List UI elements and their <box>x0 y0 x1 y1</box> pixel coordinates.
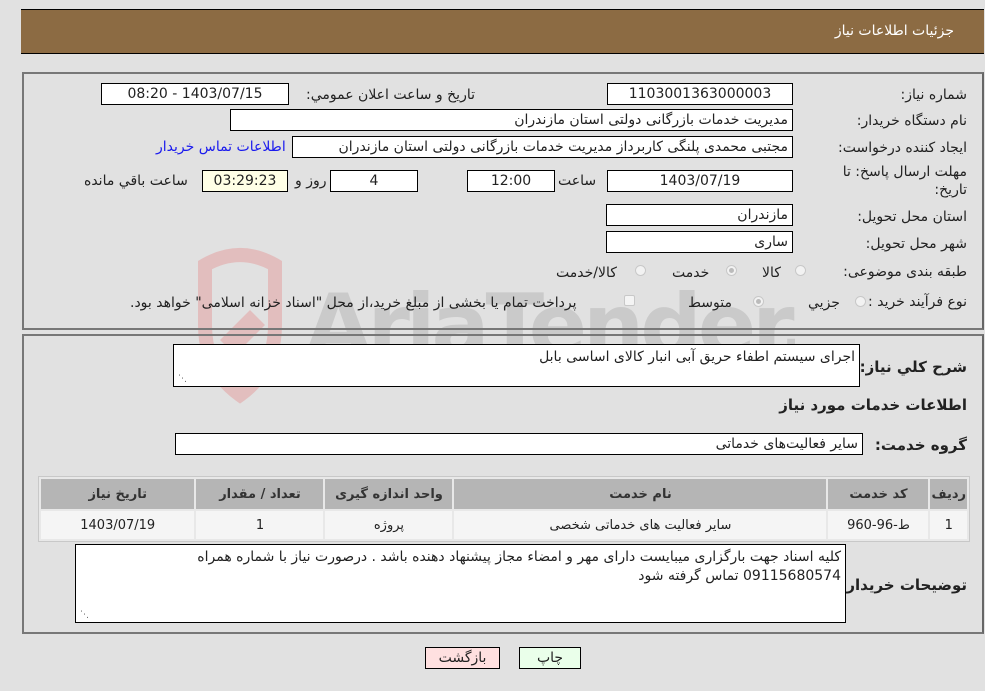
purchase-type-label: نوع فرآیند خرید : <box>868 294 967 310</box>
city-label: شهر محل تحویل: <box>865 236 967 252</box>
cell-row-number: 1 <box>930 511 967 539</box>
purchase-radio-minor[interactable] <box>855 296 866 307</box>
print-button[interactable]: چاپ <box>519 647 581 669</box>
deadline-date-field: 1403/07/19 <box>607 170 793 192</box>
announce-datetime-field: 1403/07/15 - 08:20 <box>101 83 289 105</box>
cell-service-code: ط-96-960 <box>828 511 929 539</box>
table-row: 1 ط-96-960 سایر فعالیت های خدماتی شخصی پ… <box>41 511 967 539</box>
buyer-notes-textarea[interactable]: کلیه اسناد جهت بارگزاری میبایست دارای مه… <box>75 544 846 623</box>
cell-unit: پروژه <box>325 511 453 539</box>
buyer-contact-link[interactable]: اطلاعات تماس خریدار <box>156 139 286 155</box>
treasury-checkbox[interactable] <box>624 295 635 306</box>
col-header-service-code: کد خدمت <box>828 479 929 509</box>
purchase-radio-medium[interactable] <box>753 296 764 307</box>
deadline-time-label: ساعت <box>558 173 597 189</box>
buyer-notes-line-2: 09115680574 تماس گرفته شود <box>638 568 841 584</box>
buyer-notes-label: توضیحات خریدار: <box>840 576 967 594</box>
treasury-note: پرداخت تمام یا بخشی از مبلغ خرید،از محل … <box>130 295 577 311</box>
page-header: جزئیات اطلاعات نیاز <box>21 9 984 54</box>
col-header-need-date: تاریخ نیاز <box>41 479 195 509</box>
deadline-time-field: 12:00 <box>467 170 555 192</box>
col-header-row-number: ردیف <box>930 479 967 509</box>
services-section-title: اطلاعات خدمات مورد نياز <box>779 396 967 414</box>
need-number-label: شماره نیاز: <box>900 87 968 103</box>
need-number-field: 1103001363000003 <box>607 83 793 105</box>
table-header-row: ردیف کد خدمت نام خدمت واحد اندازه گیری ت… <box>41 479 967 509</box>
description-label: شرح كلي نياز: <box>859 358 967 376</box>
category-label: طبقه بندی موضوعی: <box>843 264 967 280</box>
service-group-label: گروه خدمت: <box>874 436 967 454</box>
resize-grip-icon[interactable]: ⋰ <box>79 610 89 620</box>
category-radio-goods-service[interactable] <box>635 265 646 276</box>
col-header-unit: واحد اندازه گیری <box>325 479 453 509</box>
buyer-org-label: نام دستگاه خریدار: <box>856 113 967 129</box>
purchase-option-minor: جزيي <box>808 295 840 311</box>
category-option-goods-service: کالا/خدمت <box>556 265 617 281</box>
page-title: جزئیات اطلاعات نیاز <box>834 23 954 39</box>
resize-grip-icon[interactable]: ⋰ <box>177 374 187 384</box>
announce-datetime-label: تاریخ و ساعت اعلان عمومي: <box>306 87 475 103</box>
category-radio-goods[interactable] <box>795 265 806 276</box>
province-label: استان محل تحویل: <box>857 209 967 225</box>
remaining-time-label: ساعت باقي مانده <box>84 173 188 189</box>
remaining-days-field: 4 <box>330 170 418 192</box>
requester-field: مجتبی محمدی پلنگی کاربرداز مدیریت خدمات … <box>292 136 793 158</box>
remaining-days-label: روز و <box>295 173 327 189</box>
province-field: مازندران <box>606 204 793 226</box>
col-header-quantity: تعداد / مقدار <box>196 479 324 509</box>
services-table: ردیف کد خدمت نام خدمت واحد اندازه گیری ت… <box>38 476 970 542</box>
cell-quantity: 1 <box>196 511 324 539</box>
buyer-org-field: مدیریت خدمات بازرگانی دولتی استان مازندر… <box>230 109 793 131</box>
deadline-label: مهلت ارسال پاسخ: تا تاریخ: <box>842 164 967 198</box>
category-radio-service[interactable] <box>726 265 737 276</box>
description-textarea[interactable]: اجرای سیستم اطفاء حریق آبی انبار کالای ا… <box>173 344 860 387</box>
cell-need-date: 1403/07/19 <box>41 511 195 539</box>
purchase-option-medium: متوسط <box>688 295 732 311</box>
city-field: ساری <box>606 231 793 253</box>
category-option-goods: کالا <box>762 265 781 281</box>
cell-service-name: سایر فعالیت های خدماتی شخصی <box>454 511 827 539</box>
back-button[interactable]: بازگشت <box>425 647 500 669</box>
category-option-service: خدمت <box>672 265 710 281</box>
col-header-service-name: نام خدمت <box>454 479 827 509</box>
service-group-field: سایر فعالیت‌های خدماتی <box>175 433 863 455</box>
remaining-time-field: 03:29:23 <box>202 170 288 192</box>
requester-label: ایجاد کننده درخواست: <box>838 140 967 156</box>
description-text: اجرای سیستم اطفاء حریق آبی انبار کالای ا… <box>539 349 855 365</box>
buyer-notes-line-1: کلیه اسناد جهت بارگزاری میبایست دارای مه… <box>197 549 841 565</box>
